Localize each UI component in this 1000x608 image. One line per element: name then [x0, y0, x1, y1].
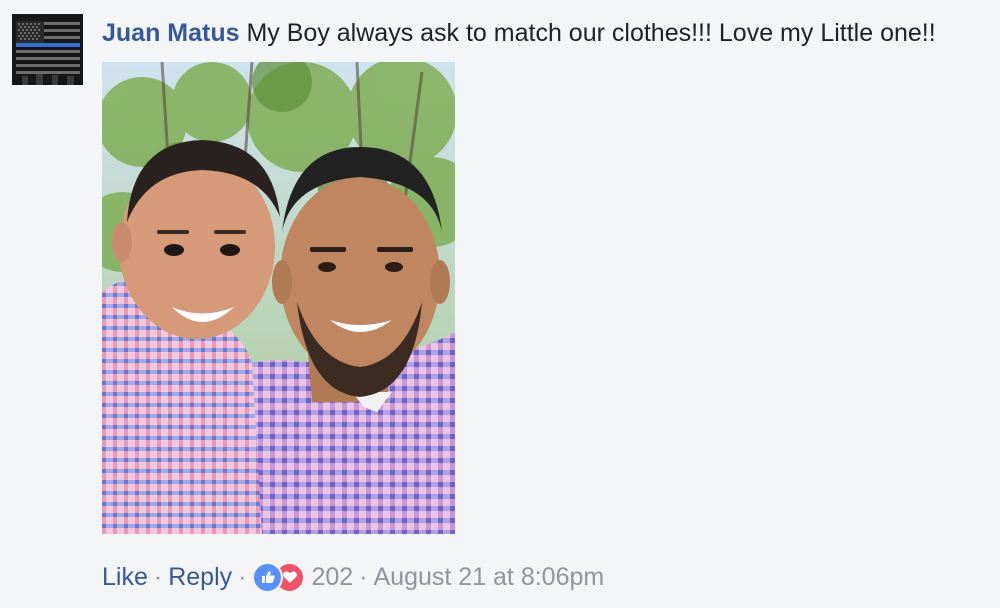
reactions-summary[interactable]: 202: [252, 561, 354, 593]
separator: ·: [238, 562, 247, 591]
reaction-count: 202: [311, 562, 354, 591]
thin-blue-line-flag-icon: [12, 14, 83, 85]
comment-actions: Like · Reply · 202 · August 21 at 8:06pm: [102, 560, 604, 594]
comment-photo[interactable]: [102, 62, 455, 534]
like-icon: [252, 561, 284, 593]
comment-body: Juan Matus My Boy always ask to match ou…: [102, 16, 936, 50]
author-name-link[interactable]: Juan Matus: [102, 19, 240, 47]
comment-text: My Boy always ask to match our clothes!!…: [246, 19, 936, 47]
comment: Juan Matus My Boy always ask to match ou…: [0, 0, 1000, 608]
author-avatar[interactable]: [12, 14, 83, 85]
comment-timestamp[interactable]: August 21 at 8:06pm: [374, 563, 605, 592]
separator: ·: [153, 562, 163, 591]
reply-link[interactable]: Reply: [168, 563, 232, 592]
separator: ·: [359, 562, 368, 591]
photo-image: [102, 62, 455, 534]
like-link[interactable]: Like: [102, 563, 148, 592]
